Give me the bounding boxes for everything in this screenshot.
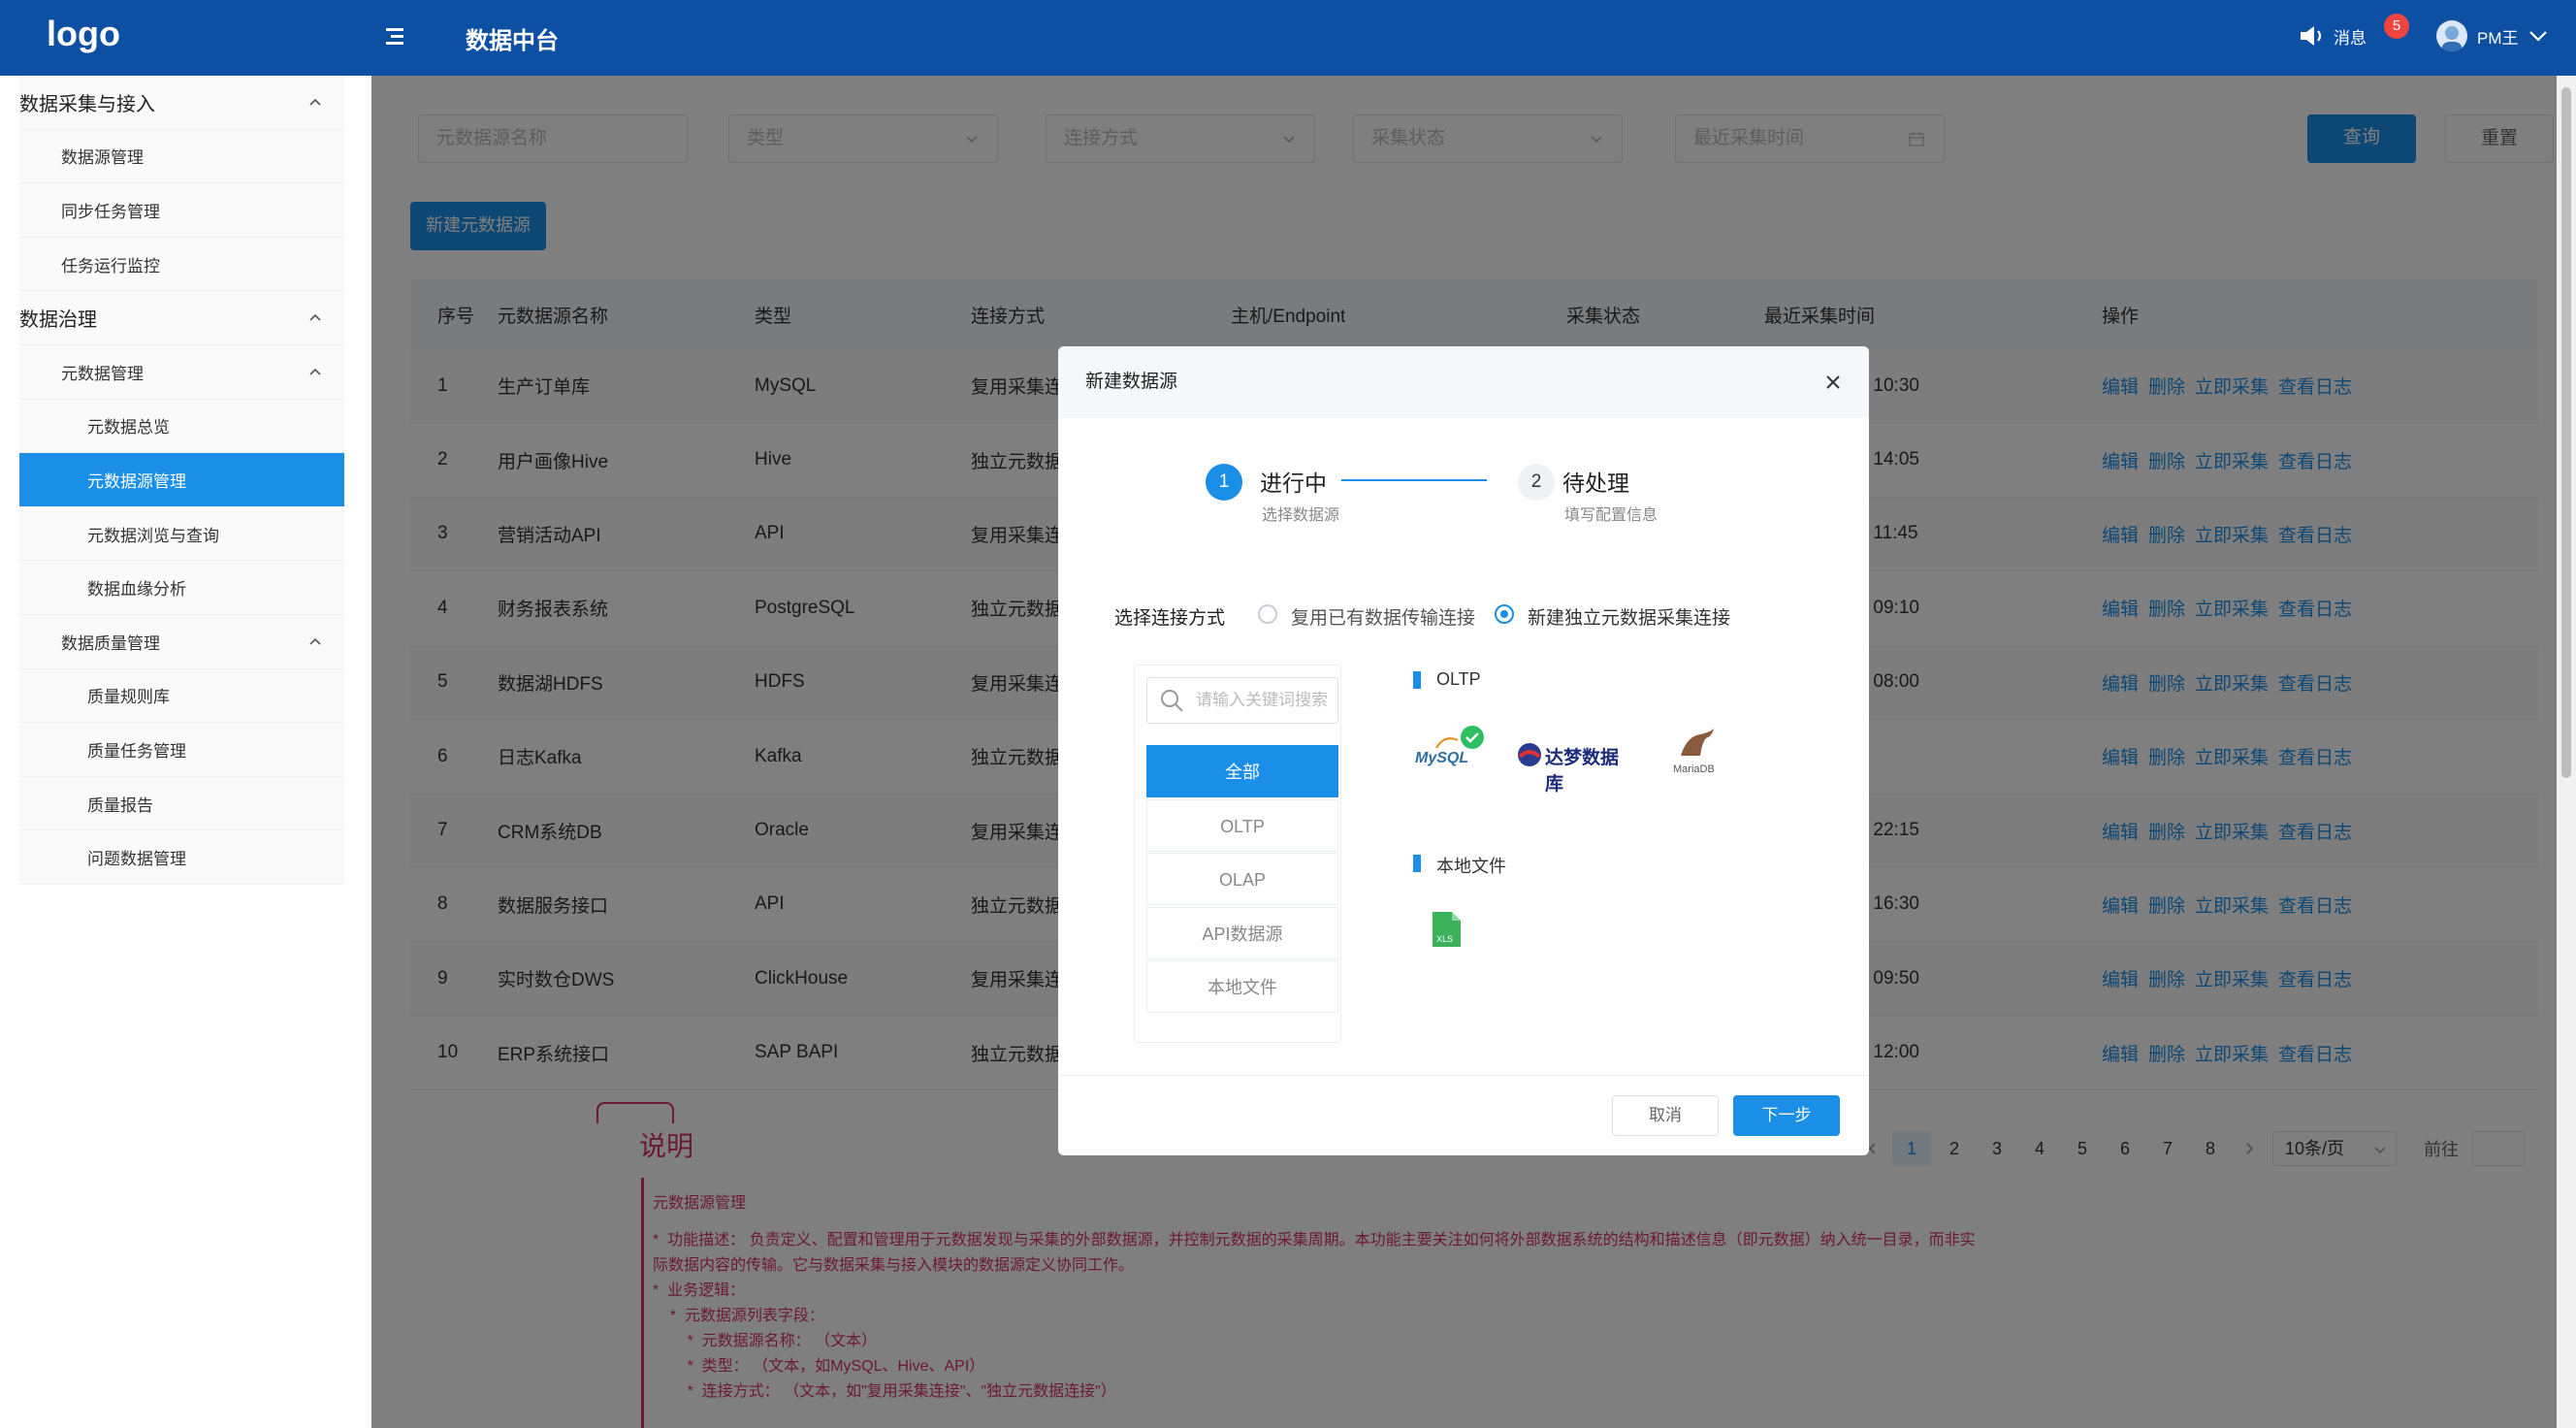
- menu-toggle-icon[interactable]: [380, 23, 407, 50]
- messages-badge: 5: [2384, 14, 2409, 39]
- dameng-logo[interactable]: 达梦数据库: [1516, 738, 1636, 795]
- sidebar-item[interactable]: 数据质量管理: [19, 614, 344, 669]
- chevron-up-icon: [309, 314, 321, 321]
- user-menu[interactable]: PM王: [2436, 19, 2548, 52]
- step1-circle: 1: [1206, 464, 1242, 501]
- section-oltp: OLTP: [1413, 669, 1481, 690]
- sidebar-item[interactable]: 数据采集与接入: [19, 76, 344, 130]
- chevron-up-icon: [309, 637, 321, 645]
- sidebar-item-label: 元数据源管理: [87, 471, 186, 491]
- category-item[interactable]: 本地文件: [1146, 960, 1338, 1014]
- mariadb-logo-text: MariaDB: [1673, 763, 1715, 775]
- chevron-up-icon: [309, 368, 321, 375]
- sidebar-item-label: 数据质量管理: [61, 633, 160, 653]
- dameng-icon: [1518, 743, 1541, 766]
- step1-title: 进行中: [1260, 471, 1327, 496]
- xls-file-label: XLS: [1436, 934, 1454, 944]
- sidebar-item-label: 质量报告: [87, 795, 153, 815]
- modal-footer: 取消 下一步: [1058, 1075, 1869, 1155]
- top-bar: logo 数据中台 消息 5 PM王: [0, 0, 2576, 76]
- sidebar-item[interactable]: 质量任务管理: [19, 723, 344, 777]
- category-panel: 请输入关键词搜索 全部 OLTP OLAP API数据源 本地文件: [1134, 665, 1341, 1043]
- sidebar: 数据采集与接入数据源管理同步任务管理 任务运行监控数据治理元数据管理元数据总览元数…: [0, 76, 371, 1428]
- step1-subtitle: 选择数据源: [1262, 507, 1340, 524]
- chevron-up-icon: [309, 98, 321, 106]
- cancel-button[interactable]: 取消: [1612, 1095, 1719, 1136]
- sidebar-item-label: 同步任务管理: [61, 202, 160, 221]
- check-icon: [1461, 726, 1484, 749]
- user-name: PM王: [2477, 28, 2519, 48]
- modal-title: 新建数据源: [1085, 372, 1178, 392]
- modal-header: 新建数据源: [1058, 346, 1869, 418]
- independent-connection-radio[interactable]: [1495, 604, 1514, 624]
- sidebar-item[interactable]: 同步任务管理: [19, 183, 344, 238]
- sidebar-item[interactable]: 质量规则库: [19, 668, 344, 724]
- dolphin-icon: [1435, 737, 1459, 749]
- category-item[interactable]: OLTP: [1146, 798, 1338, 852]
- dameng-logo-text: 达梦数据库: [1545, 748, 1620, 795]
- reuse-connection-radio[interactable]: [1258, 604, 1277, 624]
- mysql-logo[interactable]: MySQL: [1413, 725, 1487, 779]
- chevron-down-icon: [2528, 31, 2547, 42]
- app-title: 数据中台: [466, 28, 559, 54]
- category-item[interactable]: OLAP: [1146, 853, 1338, 906]
- section-local-file: 本地文件: [1413, 853, 1506, 878]
- sidebar-item[interactable]: 数据源管理: [19, 129, 344, 184]
- sidebar-item[interactable]: 问题数据管理: [19, 830, 344, 885]
- step2-circle: 2: [1518, 464, 1555, 501]
- logo[interactable]: logo: [47, 14, 120, 54]
- sidebar-item[interactable]: 元数据浏览与查询: [19, 506, 344, 562]
- independent-connection-label[interactable]: 新建独立元数据采集连接: [1528, 603, 1730, 630]
- sidebar-item-label: 数据血缘分析: [87, 580, 186, 600]
- step2-title: 待处理: [1562, 471, 1629, 496]
- sidebar-item-label: 元数据管理: [61, 364, 144, 383]
- sidebar-item-label: 数据源管理: [61, 148, 144, 168]
- sidebar-item-label: 元数据总览: [87, 418, 170, 438]
- sidebar-menu: 数据采集与接入数据源管理同步任务管理 任务运行监控数据治理元数据管理元数据总览元数…: [19, 76, 344, 885]
- sea-lion-icon: [1681, 729, 1714, 756]
- step2-subtitle: 填写配置信息: [1564, 507, 1658, 524]
- sidebar-item-label: 元数据浏览与查询: [87, 526, 219, 545]
- sidebar-item[interactable]: 元数据管理: [19, 344, 344, 400]
- sidebar-item-label: 质量规则库: [87, 688, 170, 707]
- mysql-logo-text: MySQL: [1415, 750, 1469, 766]
- category-item[interactable]: API数据源: [1146, 906, 1338, 959]
- scrollbar-thumb[interactable]: [2561, 87, 2571, 778]
- reuse-connection-label[interactable]: 复用已有数据传输连接: [1291, 603, 1475, 630]
- sidebar-item[interactable]: 元数据总览: [19, 399, 344, 454]
- category-search-placeholder: 请输入关键词搜索: [1196, 691, 1328, 709]
- sidebar-item-label: 数据采集与接入: [19, 93, 155, 115]
- next-step-button[interactable]: 下一步: [1733, 1095, 1840, 1136]
- xls-file-icon[interactable]: XLS: [1431, 911, 1462, 948]
- sidebar-item[interactable]: 数据血缘分析: [19, 561, 344, 615]
- speaker-icon: [2301, 26, 2322, 46]
- conn-type-label: 选择连接方式: [1114, 608, 1226, 629]
- scrollbar[interactable]: [2557, 76, 2576, 1428]
- category-item[interactable]: 全部: [1146, 745, 1338, 797]
- messages-button[interactable]: 消息 5: [2299, 14, 2409, 52]
- sidebar-item-label: 问题数据管理: [87, 850, 186, 869]
- sidebar-item-label: 数据治理: [19, 309, 97, 332]
- search-icon: [1161, 690, 1183, 712]
- sidebar-item-label: 任务运行监控: [61, 256, 160, 276]
- sidebar-item[interactable]: 元数据源管理: [19, 453, 344, 507]
- avatar: [2436, 20, 2467, 51]
- close-icon[interactable]: [1822, 372, 1844, 393]
- new-datasource-modal: 新建数据源 1 进行中 选择数据源 2 待处理 填写配置信息 选择连接方式 复用…: [1058, 346, 1869, 1155]
- messages-label: 消息: [2334, 28, 2367, 48]
- mariadb-logo[interactable]: MariaDB: [1667, 727, 1725, 781]
- sidebar-item[interactable]: 任务运行监控: [19, 237, 344, 292]
- sidebar-item-label: 质量任务管理: [87, 741, 186, 761]
- step-connector: [1341, 479, 1487, 481]
- category-search-input[interactable]: 请输入关键词搜索: [1146, 677, 1338, 724]
- sidebar-item[interactable]: 数据治理: [19, 291, 344, 345]
- sidebar-item[interactable]: 质量报告: [19, 776, 344, 831]
